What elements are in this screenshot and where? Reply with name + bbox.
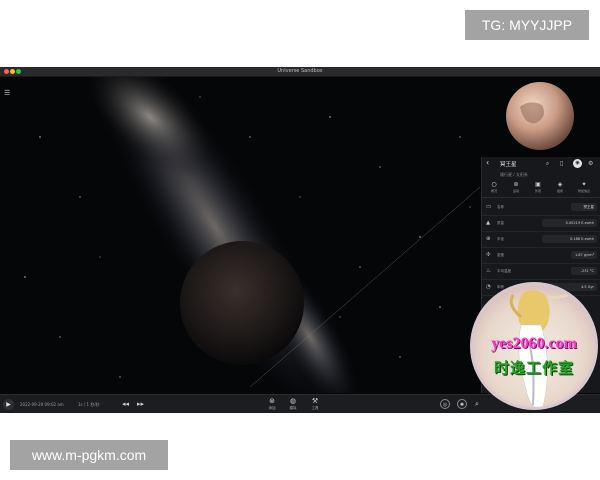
wrench-icon: ⚒ [311,397,319,405]
simulation-date: 2022-09-29 09:02 am [20,402,64,407]
layers-icon: ◈ [557,181,563,188]
rewind-button[interactable]: ◂◂ [122,395,129,413]
pluto-dark-body[interactable] [180,241,304,365]
temperature-icon: ♨ [486,268,491,274]
tab-appearance[interactable]: ▣ 外观 [528,181,548,194]
watermark-studio: 时逸工作室 [493,359,574,377]
info-icon: ✦ [581,181,587,188]
tag-icon: ▭ [486,204,492,210]
panel-toggle-icon[interactable]: ▯ [560,160,563,167]
mass-field[interactable]: 0.00219 E-earth [542,219,597,227]
property-row-radius: ⊕ 半径 0.186 E-earth [482,232,600,248]
orbit-icon: ⊚ [513,181,519,188]
play-button[interactable]: ▶ [3,399,14,410]
tab-motion[interactable]: ⊚ 运动 [506,181,526,194]
density-icon: ✣ [486,252,491,258]
window-title: Universe Sandbox [277,68,323,74]
add-tool-button[interactable]: ⊛ 添加 [262,397,282,411]
sim-icon: ◍ [289,397,297,405]
panel-header: ‹ 冥王星 ⌕ ▯ ◉ ⚙ [482,157,600,171]
tab-overview[interactable]: ○ 概况 [484,181,504,194]
fast-forward-button[interactable]: ▸▸ [137,395,144,413]
watermark-url: yes2060.com [491,335,577,352]
weight-icon: ▲ [486,220,491,226]
name-field[interactable]: 冥王星 [571,203,597,211]
hamburger-menu-icon[interactable]: ☰ [4,89,10,97]
target-icon[interactable]: ◎ [440,399,450,409]
circle-icon: ○ [491,181,497,188]
title-bar: Universe Sandbox [0,67,600,77]
view-icon[interactable]: ✺ [457,399,467,409]
sim-tool-button[interactable]: ◍ 模拟 [283,397,303,411]
density-field[interactable]: 1.87 g/cm³ [571,251,597,259]
object-subtitle: 矮行星 / 太阳系 [500,172,528,177]
bottom-watermark-tag: www.m-pgkm.com [10,440,168,470]
temperature-field[interactable]: -231 °C [571,267,597,275]
property-row-temperature: ♨ 平均温度 -231 °C [482,264,600,280]
search-icon[interactable]: ⌕ [546,160,549,168]
time-rate: 1s / 1 秒/秒 [78,402,100,407]
add-icon: ⊛ [269,397,275,405]
panel-tabs: ○ 概况 ⊚ 运动 ▣ 外观 ◈ 组成 ✦ 附加信息 [482,179,600,198]
tab-extra-info[interactable]: ✦ 附加信息 [574,181,594,194]
tools-button[interactable]: ⚒ 工具 [305,397,325,411]
image-icon: ▣ [535,181,541,188]
settings-icon[interactable]: ⚙ [588,160,593,167]
top-watermark-tag: TG: MYYJJPP [465,10,589,40]
object-name: 冥王星 [500,162,517,168]
radius-field[interactable]: 0.186 E-earth [542,235,597,243]
tab-composition[interactable]: ◈ 组成 [550,181,570,194]
eye-icon[interactable]: ◉ [573,159,582,168]
radius-icon: ⊕ [486,236,491,242]
back-arrow-icon[interactable]: ‹ [486,158,489,167]
property-row-mass: ▲ 质量 0.00219 E-earth [482,216,600,232]
property-row-name: ▭ 名称 冥王星 [482,200,600,216]
site-watermark-badge: yes2060.com 时逸工作室 [470,282,598,410]
property-row-density: ✣ 密度 1.87 g/cm³ [482,248,600,264]
